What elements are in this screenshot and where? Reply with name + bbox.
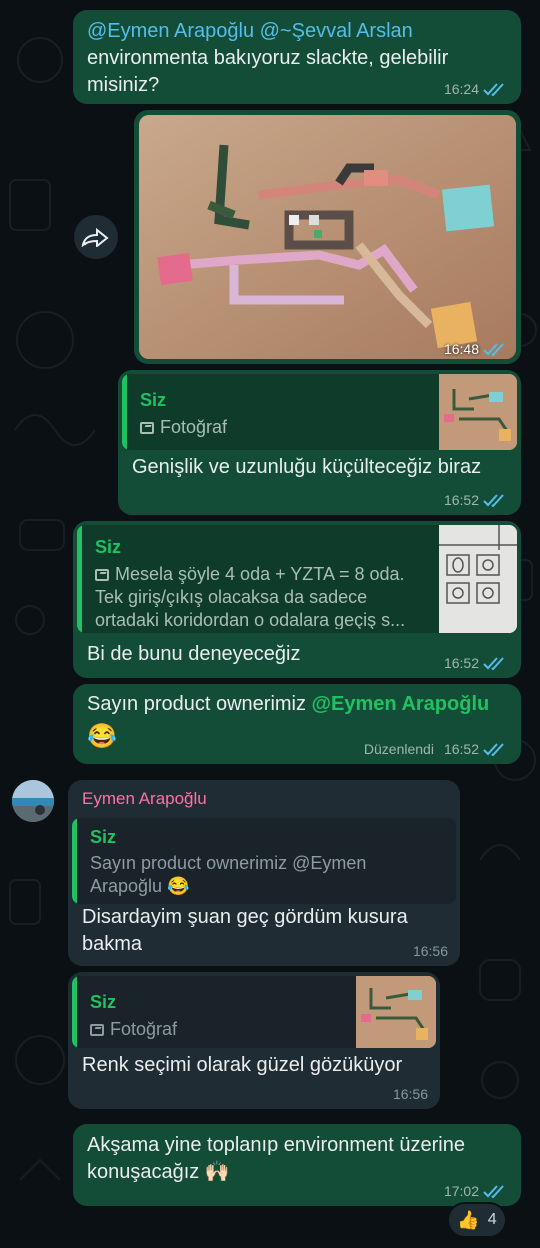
photo[interactable] <box>139 115 516 359</box>
reaction-pill[interactable]: 👍 4 <box>447 1202 507 1238</box>
message-bubble[interactable]: Akşama yine toplanıp environment üzerine… <box>73 1124 521 1206</box>
reply-quote[interactable]: Siz Sayın product ownerimiz @Eymen Arapo… <box>72 818 456 904</box>
quote-thumbnail <box>356 976 436 1048</box>
photo-icon <box>140 422 154 434</box>
message-time: 16:52 <box>443 655 479 671</box>
message-text: Sayın product ownerimiz @Eymen Arapoğlu <box>87 691 517 718</box>
message-time: 17:02 <box>443 1183 479 1199</box>
message-meta: Düzenlendi 16:52 <box>364 741 509 757</box>
message-meta: 16:56 <box>393 1086 428 1102</box>
quote-text-row: Mesela şöyle 4 oda + YZTA = 8 oda. Tek g… <box>95 563 425 629</box>
message-time: 16:52 <box>443 492 479 508</box>
message-body: environmenta bakıyoruz slackte, gelebili… <box>87 47 449 96</box>
message-bubble[interactable]: Siz Fotoğraf Renk seçimi olarak güzel gö… <box>68 972 440 1109</box>
double-check-icon <box>483 343 504 356</box>
quote-text-row: Fotoğraf <box>140 416 227 439</box>
quote-accent-bar <box>72 976 77 1048</box>
double-check-icon <box>483 83 504 96</box>
double-check-icon <box>483 1185 504 1198</box>
message-bubble[interactable]: @Eymen Arapoğlu @~Şevval Arslan environm… <box>73 10 521 104</box>
quote-author: Siz <box>95 537 122 557</box>
quote-accent-bar <box>72 818 77 904</box>
message-text: Renk seçimi olarak güzel gözüküyor <box>82 1054 403 1076</box>
message-text: Genişlik ve uzunluğu küçülteceğiz biraz <box>132 456 482 478</box>
quote-thumbnail <box>439 525 517 633</box>
message-meta: 16:24 <box>444 81 509 97</box>
mention-link[interactable]: @Eymen Arapoğlu <box>312 693 490 715</box>
quote-text: Fotoğraf <box>160 417 228 437</box>
sender-name: Eymen Arapoğlu <box>82 789 207 808</box>
message-time: 16:24 <box>443 81 479 97</box>
image-message[interactable]: 16:48 <box>134 110 521 364</box>
message-meta: 16:48 <box>444 341 509 357</box>
message-body: Sayın product ownerimiz <box>87 693 306 715</box>
double-check-icon <box>483 743 504 756</box>
message-bubble[interactable]: Sayın product ownerimiz @Eymen Arapoğlu … <box>73 684 521 764</box>
quote-accent-bar <box>122 374 127 450</box>
quote-text: Mesela şöyle 4 oda + YZTA = 8 oda. Tek g… <box>95 564 406 629</box>
quote-text: Fotoğraf <box>110 1019 178 1039</box>
quote-author: Siz <box>140 390 167 410</box>
quote-thumbnail <box>439 374 517 450</box>
message-bubble[interactable]: Eymen Arapoğlu Siz Sayın product ownerim… <box>68 780 460 966</box>
photo-content <box>139 115 516 359</box>
reply-quote[interactable]: Siz Mesela şöyle 4 oda + YZTA = 8 oda. T… <box>77 525 517 633</box>
emoji: 🙌🏻 <box>204 1161 230 1183</box>
quote-author: Siz <box>90 827 117 847</box>
double-check-icon <box>483 494 504 507</box>
message-time: 16:56 <box>392 1086 428 1102</box>
quote-author: Siz <box>90 992 117 1012</box>
double-check-icon <box>483 657 504 670</box>
photo-icon <box>95 569 109 581</box>
message-meta: 16:52 <box>444 655 509 671</box>
message-meta: 16:56 <box>413 943 448 959</box>
message-bubble[interactable]: Siz Fotoğraf Genişlik ve uzunluğu küçült… <box>118 370 521 515</box>
message-time: 16:56 <box>412 943 448 959</box>
message-time: 16:52 <box>443 741 479 757</box>
message-meta: 17:02 <box>444 1183 509 1199</box>
message-text: Akşama yine toplanıp environment üzerine… <box>87 1132 517 1186</box>
message-meta: 16:52 <box>444 492 509 508</box>
thumbs-up-icon: 👍 <box>457 1209 480 1230</box>
photo-icon <box>90 1024 104 1036</box>
reaction-count: 4 <box>487 1211 497 1228</box>
forward-icon <box>81 227 109 247</box>
message-bubble[interactable]: Siz Mesela şöyle 4 oda + YZTA = 8 oda. T… <box>73 521 521 678</box>
reply-quote[interactable]: Siz Fotoğraf <box>72 976 436 1048</box>
message-body: Akşama yine toplanıp environment üzerine… <box>87 1134 465 1183</box>
message-time: 16:48 <box>443 341 479 357</box>
avatar[interactable] <box>12 780 54 822</box>
quote-text: Sayın product ownerimiz @Eymen Arapoğlu … <box>90 853 367 896</box>
quote-accent-bar <box>77 525 82 633</box>
forward-button[interactable] <box>74 215 118 259</box>
message-text: Bi de bunu deneyeceğiz <box>87 643 301 665</box>
reply-quote[interactable]: Siz Fotoğraf <box>122 374 517 450</box>
mention-link[interactable]: @Eymen Arapoğlu <box>87 20 254 42</box>
edited-label: Düzenlendi <box>363 741 434 757</box>
emoji: 😂 <box>87 723 117 750</box>
message-text: Disardayim şuan geç gördüm kusura bakma <box>82 906 408 955</box>
mention-link[interactable]: @~Şevval Arslan <box>260 20 413 42</box>
quote-text-row: Fotoğraf <box>90 1018 177 1041</box>
